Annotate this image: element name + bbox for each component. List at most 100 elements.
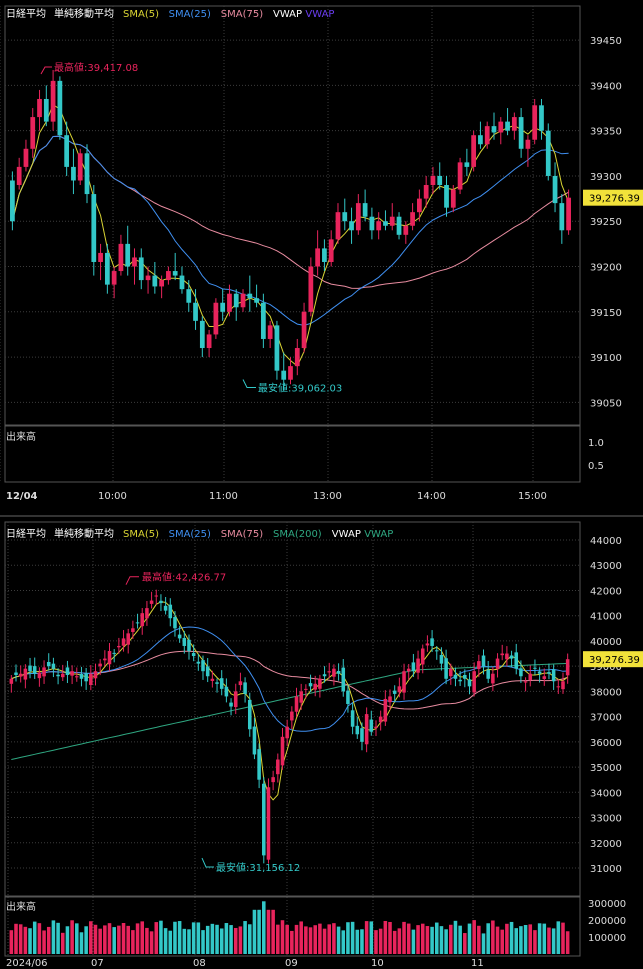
volume-bar: [46, 926, 51, 954]
volume-bar: [65, 926, 70, 954]
volume-bar: [556, 921, 561, 954]
candle-body: [98, 252, 103, 262]
candle-body: [495, 658, 500, 669]
candle-body: [191, 653, 196, 657]
volume-tick: 300000: [588, 899, 626, 910]
candle-body: [561, 681, 565, 690]
volume-bar: [406, 923, 411, 954]
y-tick-label: 31000: [590, 864, 622, 875]
volume-bar: [14, 923, 18, 954]
volume-bar: [285, 924, 289, 954]
volume-bar: [187, 929, 191, 954]
candle-body: [257, 749, 261, 780]
candle-body: [519, 668, 523, 677]
volume-bar: [247, 924, 252, 954]
volume-bar: [519, 926, 523, 954]
candle-body: [566, 197, 571, 231]
candle-body: [177, 634, 182, 639]
volume-tick: 1.0: [588, 438, 604, 449]
volume-bar: [196, 922, 201, 954]
candle-body: [511, 117, 517, 131]
legend-item: VWAP: [332, 529, 361, 540]
candle-body: [37, 98, 42, 118]
volume-tick: 100000: [588, 933, 626, 944]
legend-item: SMA(200): [273, 529, 322, 540]
volume-bar: [467, 923, 472, 954]
volume-bar: [257, 909, 261, 954]
candle-body: [346, 690, 350, 704]
candle-body: [107, 651, 112, 665]
candle-body: [349, 221, 354, 231]
low-label: 最安値:39,062.03: [258, 381, 342, 394]
candle-body: [318, 678, 322, 689]
x-tick-label: 11:00: [209, 491, 238, 502]
last-value-label: 39,276.39: [589, 655, 640, 666]
candle-body: [304, 688, 308, 690]
candle-body: [532, 105, 538, 140]
volume-bar: [276, 924, 280, 954]
low-label: 最安値:31,156.12: [216, 861, 300, 874]
candle-body: [28, 665, 32, 672]
candle-body: [215, 682, 219, 684]
candle-body: [42, 667, 46, 677]
y-tick-label: 39250: [590, 217, 622, 228]
legend-item: VWAP: [273, 9, 302, 20]
x-tick-label: 2024/06: [6, 958, 48, 969]
volume-bar: [32, 921, 37, 954]
candle-body: [472, 671, 476, 693]
candle-body: [537, 671, 542, 674]
candle-body: [46, 661, 51, 667]
candle-body: [187, 639, 191, 652]
volume-bar: [252, 909, 257, 954]
volume-bar: [327, 924, 332, 954]
candle-body: [378, 716, 383, 723]
volume-bar: [229, 925, 233, 954]
volume-bar: [341, 930, 346, 954]
volume-bar: [304, 926, 308, 954]
candle-body: [290, 711, 294, 721]
y-tick-label: 39300: [590, 172, 622, 183]
candle-body: [449, 668, 453, 677]
candle-body: [126, 633, 130, 645]
volume-bar: [56, 922, 60, 954]
candle-body: [233, 691, 238, 708]
x-tick-label: 10:00: [98, 491, 127, 502]
volume-bar: [219, 928, 224, 954]
volume-bar: [299, 921, 303, 954]
volume-bar: [112, 927, 116, 954]
volume-bar: [439, 926, 444, 954]
volume-bar: [477, 925, 481, 954]
candle-body: [360, 728, 364, 742]
volume-bar: [84, 926, 88, 954]
candle-body: [132, 257, 137, 267]
volume-bar: [547, 927, 551, 954]
legend-item: SMA(5): [123, 9, 159, 20]
volume-label: 出来高: [6, 430, 36, 443]
candle-body: [514, 652, 519, 669]
volume-bar: [18, 924, 23, 954]
candle-body: [152, 275, 158, 287]
candle-body: [23, 148, 29, 167]
candle-body: [528, 673, 533, 681]
volume-bar: [205, 925, 210, 954]
candle-body: [112, 652, 116, 654]
chart-canvas[interactable]: 39450 39400 39350 39300 39250 39200 39150 39100…: [0, 0, 643, 969]
candle-body: [14, 672, 18, 675]
candle-body: [547, 672, 551, 674]
candle-body: [328, 239, 334, 262]
volume-bar: [308, 927, 313, 954]
candle-body: [450, 189, 456, 208]
candle-body: [159, 280, 164, 287]
candle-body: [65, 667, 70, 675]
candle-body: [18, 673, 23, 677]
candle-body: [182, 637, 187, 646]
volume-bar: [388, 921, 392, 954]
volume-bar: [290, 930, 294, 954]
volume-bar: [332, 923, 336, 954]
candle-body: [247, 293, 253, 299]
legend-item: 日経平均: [6, 7, 46, 20]
volume-bar: [131, 930, 135, 954]
volume-bar: [364, 921, 369, 954]
candle-body: [491, 673, 495, 684]
candle-body: [23, 668, 28, 680]
